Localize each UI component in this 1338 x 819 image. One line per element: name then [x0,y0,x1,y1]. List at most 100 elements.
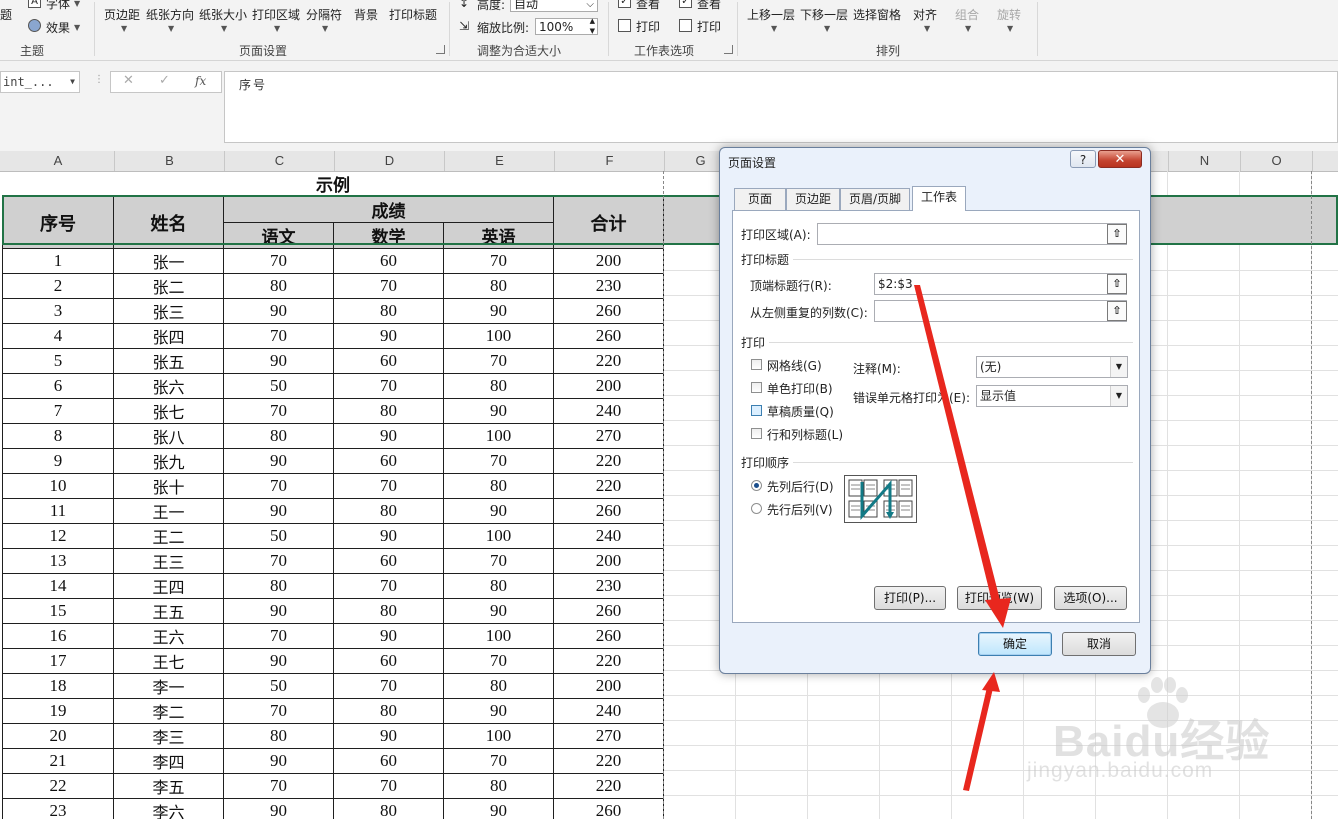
breaks-button[interactable]: 分隔符 [306,6,342,23]
insert-function-icon[interactable]: fx [195,74,206,88]
name-box[interactable]: int_... ▼ [0,71,80,93]
table-cell[interactable]: 12 [2,523,114,549]
row-col-headings-checkbox[interactable] [751,428,762,439]
table-cell[interactable]: 李二 [113,698,224,724]
table-cell[interactable]: 王六 [113,623,224,649]
table-cell[interactable]: 90 [333,623,444,649]
table-cell[interactable]: 张三 [113,298,224,324]
table-cell[interactable]: 60 [333,248,444,274]
headings-print-checkbox[interactable] [679,19,692,32]
table-cell[interactable]: 240 [553,523,664,549]
comments-select[interactable]: (无) ▼ [976,356,1128,378]
table-cell[interactable]: 70 [443,448,554,474]
table-cell[interactable]: 16 [2,623,114,649]
table-cell[interactable]: 70 [443,248,554,274]
margins-button[interactable]: 页边距 [104,6,140,23]
table-cell[interactable]: 80 [443,373,554,399]
scale-input[interactable]: 100% ▲ ▼ [535,17,598,35]
table-cell[interactable]: 80 [443,273,554,299]
table-cell[interactable]: 70 [333,473,444,499]
gridlines-view-checkbox[interactable]: ✓ [618,0,631,8]
table-cell[interactable]: 270 [553,423,664,449]
table-cell[interactable]: 70 [223,323,334,349]
table-cell[interactable]: 90 [443,498,554,524]
rows-to-repeat-input[interactable]: $2:$3 [874,273,1127,295]
table-cell[interactable]: 王四 [113,573,224,599]
table-cell[interactable]: 200 [553,248,664,274]
table-cell[interactable]: 7 [2,398,114,424]
table-cell[interactable]: 90 [333,523,444,549]
table-cell[interactable]: 220 [553,748,664,774]
fonts-button[interactable]: 字体 [46,0,70,12]
ok-button[interactable]: 确定 [978,632,1052,656]
table-cell[interactable]: 90 [443,398,554,424]
draft-quality-label[interactable]: 草稿质量(Q) [767,403,834,420]
table-cell[interactable]: 70 [443,648,554,674]
table-cell[interactable]: 9 [2,448,114,474]
table-cell[interactable]: 张八 [113,423,224,449]
table-cell[interactable]: 23 [2,798,114,819]
size-button[interactable]: 纸张大小 [199,6,247,23]
table-cell[interactable]: 王五 [113,598,224,624]
table-cell[interactable]: 14 [2,573,114,599]
table-cell[interactable]: 15 [2,598,114,624]
table-cell[interactable]: 3 [2,298,114,324]
table-cell[interactable]: 6 [2,373,114,399]
table-cell[interactable]: 50 [223,523,334,549]
table-cell[interactable]: 11 [2,498,114,524]
column-header-a[interactable]: A [2,151,115,171]
page-setup-launcher-icon[interactable] [436,45,445,54]
column-header-b[interactable]: B [115,151,225,171]
table-cell[interactable]: 70 [333,773,444,799]
table-cell[interactable]: 4 [2,323,114,349]
table-cell[interactable]: 200 [553,548,664,574]
table-cell[interactable]: 60 [333,548,444,574]
table-cell[interactable]: 260 [553,623,664,649]
table-cell[interactable]: 8 [2,423,114,449]
table-cell[interactable]: 90 [333,423,444,449]
drag-handle-icon[interactable]: ⋮ [94,74,104,85]
table-cell[interactable]: 220 [553,773,664,799]
print-button[interactable]: 打印(P)... [874,586,946,610]
table-cell[interactable]: 240 [553,698,664,724]
bring-forward-button[interactable]: 上移一层 [747,6,795,23]
table-cell[interactable]: 70 [223,698,334,724]
table-cell[interactable]: 13 [2,548,114,574]
table-cell[interactable]: 80 [223,573,334,599]
gridlines-label[interactable]: 网格线(G) [767,357,822,374]
sheet-options-launcher-icon[interactable] [724,45,733,54]
table-cell[interactable]: 270 [553,723,664,749]
tab-page[interactable]: 页面 [734,188,786,210]
table-cell[interactable]: 王三 [113,548,224,574]
table-cell[interactable]: 80 [443,573,554,599]
table-cell[interactable]: 70 [333,273,444,299]
print-preview-button[interactable]: 打印预览(W) [957,586,1042,610]
table-cell[interactable]: 260 [553,323,664,349]
table-cell[interactable]: 80 [333,498,444,524]
table-cell[interactable]: 80 [223,273,334,299]
send-backward-button[interactable]: 下移一层 [800,6,848,23]
table-cell[interactable]: 80 [223,723,334,749]
table-cell[interactable]: 张一 [113,248,224,274]
help-button[interactable]: ? [1070,150,1096,168]
chevron-down-icon[interactable]: ▼ [70,72,75,92]
errors-select[interactable]: 显示值 ▼ [976,385,1128,407]
table-cell[interactable]: 100 [443,523,554,549]
cancel-button[interactable]: 取消 [1062,632,1136,656]
table-cell[interactable]: 李三 [113,723,224,749]
print-area-button[interactable]: 打印区域 [252,6,300,23]
table-cell[interactable]: 260 [553,598,664,624]
tab-header-footer[interactable]: 页眉/页脚 [840,188,910,210]
over-then-down-radio[interactable] [751,503,762,514]
orientation-button[interactable]: 纸张方向 [146,6,194,23]
table-cell[interactable]: 70 [443,348,554,374]
table-cell[interactable]: 王一 [113,498,224,524]
column-header-d[interactable]: D [335,151,445,171]
table-cell[interactable]: 张二 [113,273,224,299]
table-cell[interactable]: 90 [223,448,334,474]
table-cell[interactable]: 张四 [113,323,224,349]
align-button[interactable]: 对齐 [913,6,937,23]
table-cell[interactable]: 50 [223,373,334,399]
table-cell[interactable]: 17 [2,648,114,674]
table-cell[interactable]: 张七 [113,398,224,424]
